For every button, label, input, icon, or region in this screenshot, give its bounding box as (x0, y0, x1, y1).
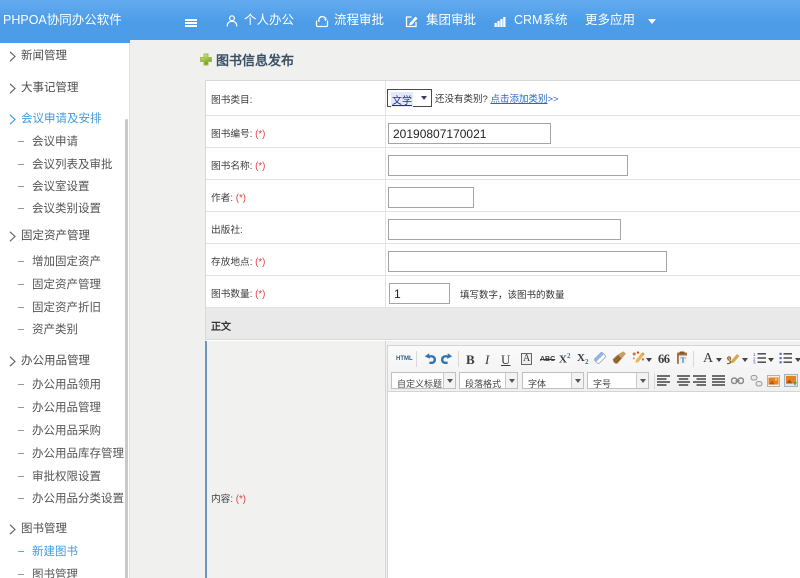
svg-text:3: 3 (753, 361, 756, 365)
svg-text:T: T (680, 356, 685, 365)
